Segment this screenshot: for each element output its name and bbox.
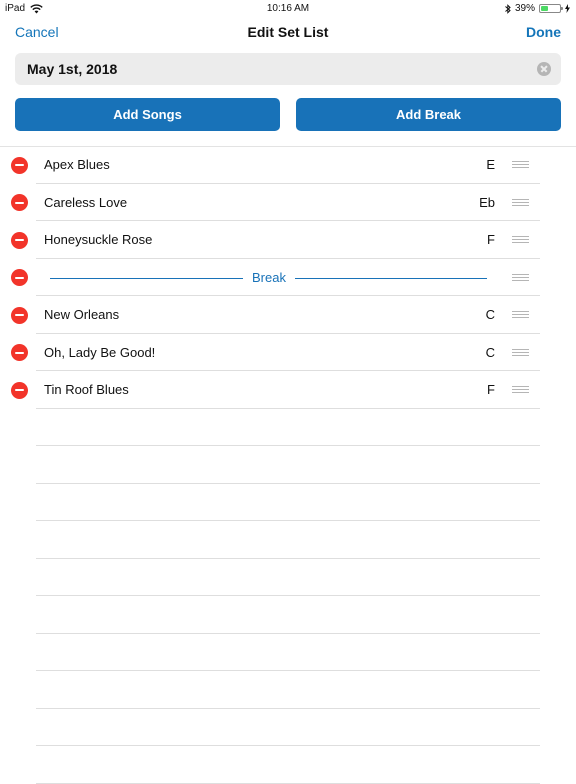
reorder-handle-icon[interactable] (512, 273, 529, 282)
song-key: F (487, 382, 495, 397)
song-title: Apex Blues (44, 157, 110, 172)
song-key: E (486, 157, 495, 172)
delete-icon[interactable] (11, 194, 28, 211)
set-list: Apex Blues E Careless Love Eb Honeysuckl… (0, 146, 576, 784)
song-title: Careless Love (44, 194, 128, 210)
reorder-handle-icon[interactable] (512, 386, 529, 394)
empty-row (0, 446, 576, 484)
song-title: Tin Roof Blues (44, 382, 129, 397)
delete-icon[interactable] (11, 156, 28, 174)
break-line-right (295, 277, 487, 279)
break-row: Break (0, 259, 576, 296)
list-item: Honeysuckle Rose F (0, 221, 576, 259)
list-item: Careless Love Eb (0, 184, 576, 221)
clear-text-icon[interactable] (537, 62, 551, 76)
list-item: Oh, Lady Be Good! C (0, 334, 576, 371)
done-button[interactable]: Done (526, 24, 561, 40)
song-title: Oh, Lady Be Good! (44, 344, 156, 360)
empty-row (0, 559, 576, 596)
empty-row (0, 634, 576, 671)
reorder-handle-icon[interactable] (512, 161, 529, 169)
status-time: 10:16 AM (266, 3, 310, 14)
song-key: C (485, 307, 495, 322)
page-title: Edit Set List (247, 24, 329, 40)
empty-row (0, 671, 576, 709)
empty-row (0, 484, 576, 521)
reorder-handle-icon[interactable] (512, 198, 529, 207)
song-key: Eb (479, 194, 495, 210)
row-separator (36, 782, 540, 784)
battery-percent: 39% (514, 3, 535, 14)
reorder-handle-icon[interactable] (512, 236, 529, 244)
song-key: F (487, 232, 495, 247)
reorder-handle-icon[interactable] (512, 311, 529, 319)
add-break-button[interactable]: Add Break (296, 98, 561, 131)
list-item: Tin Roof Blues F (0, 371, 576, 409)
empty-row (0, 746, 576, 784)
delete-icon[interactable] (11, 344, 28, 361)
break-line-left (50, 277, 243, 279)
delete-icon[interactable] (11, 269, 28, 286)
reorder-handle-icon[interactable] (512, 348, 529, 357)
battery-fill (541, 6, 548, 11)
bluetooth-icon (505, 3, 511, 14)
cancel-button[interactable]: Cancel (15, 24, 59, 40)
charging-bolt-icon (565, 4, 570, 13)
delete-icon[interactable] (11, 306, 28, 324)
song-title: New Orleans (44, 307, 120, 322)
delete-icon[interactable] (11, 231, 28, 249)
add-songs-button[interactable]: Add Songs (15, 98, 280, 131)
set-title-input[interactable] (27, 53, 527, 85)
empty-row (0, 709, 576, 746)
empty-row (0, 409, 576, 446)
list-item: Apex Blues E (0, 146, 576, 184)
status-bar: iPad 10:16 AM 39% (0, 0, 576, 16)
delete-icon[interactable] (11, 381, 28, 399)
break-label: Break (252, 269, 286, 285)
set-title-field-container (15, 53, 561, 85)
navigation-bar: Cancel Edit Set List Done (0, 16, 576, 50)
song-title: Honeysuckle Rose (44, 232, 153, 247)
battery-icon (539, 4, 563, 13)
empty-row (0, 521, 576, 559)
empty-row (0, 596, 576, 634)
list-item: New Orleans C (0, 296, 576, 334)
song-key: C (485, 344, 495, 360)
